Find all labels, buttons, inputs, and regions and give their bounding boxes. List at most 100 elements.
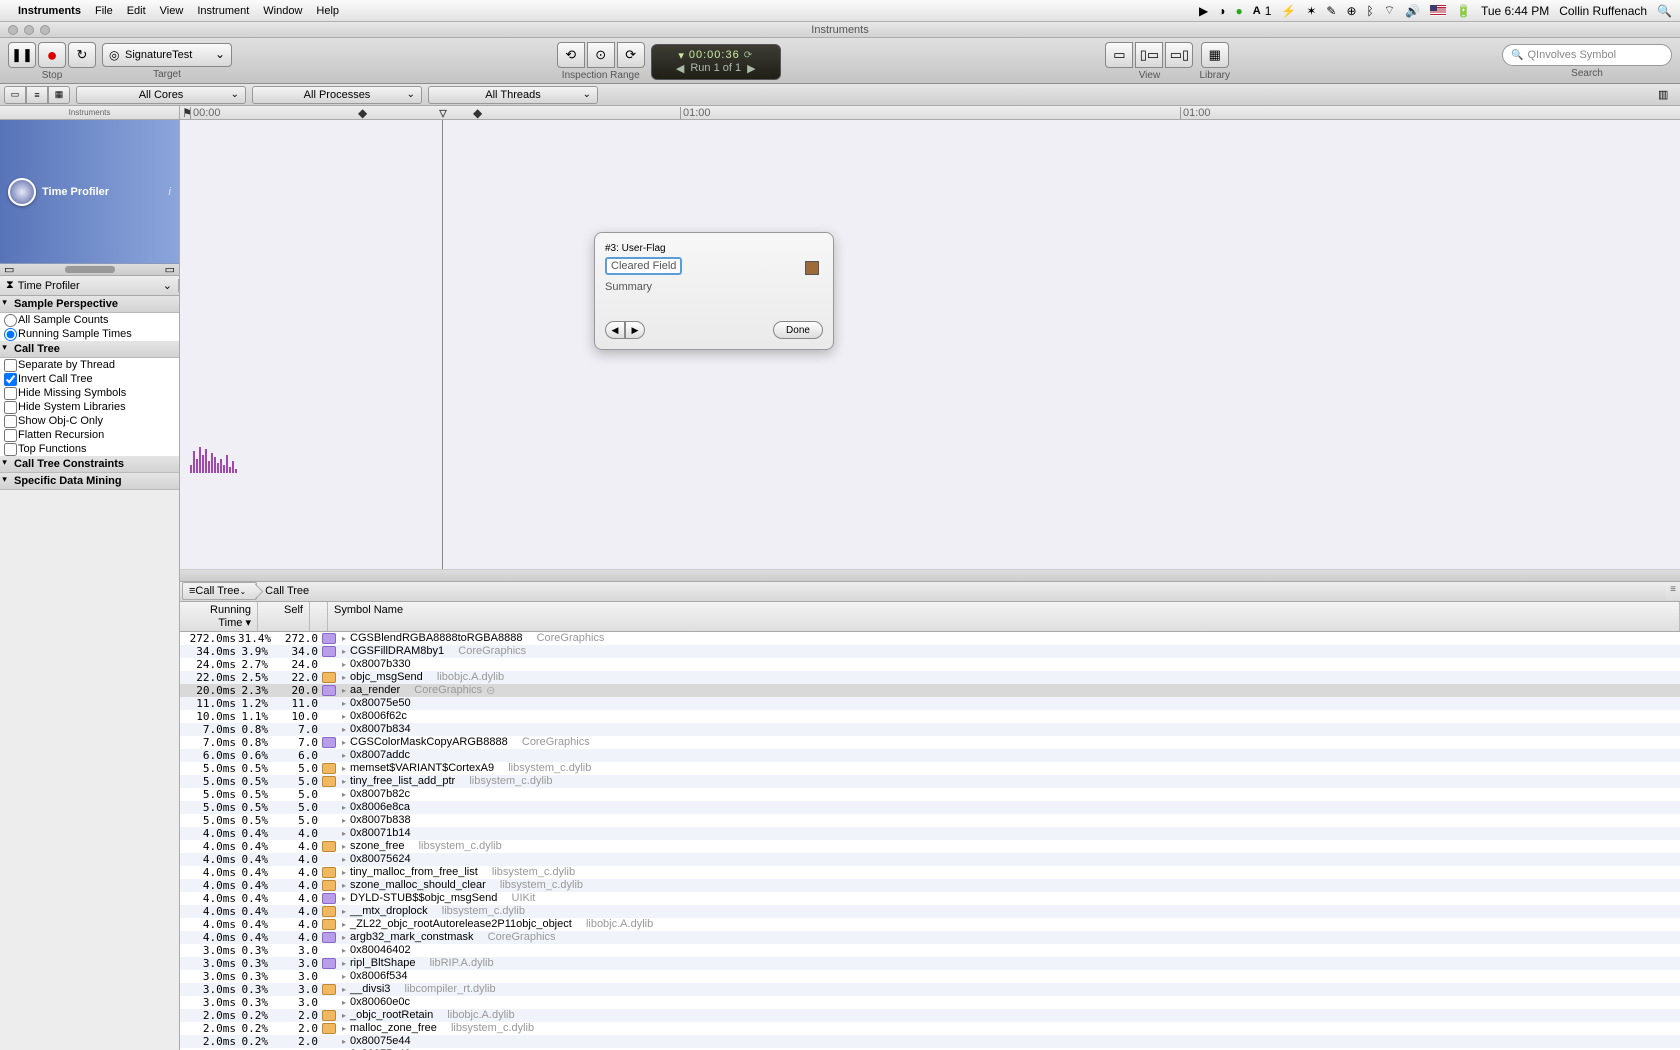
threads-popup[interactable]: All Threads — [428, 86, 598, 104]
disclosure-icon[interactable]: ▸ — [342, 959, 346, 968]
table-row[interactable]: 10.0ms1.1%10.0▸0x8006f62c — [180, 710, 1680, 723]
disclosure-icon[interactable]: ▸ — [342, 647, 346, 656]
table-row[interactable]: 7.0ms0.8%7.0▸0x8007b834 — [180, 723, 1680, 736]
table-row[interactable]: 3.0ms0.3%3.0▸ripl_BltShape libRIP.A.dyli… — [180, 957, 1680, 970]
opt-separate-by-thread[interactable]: Separate by Thread — [0, 358, 179, 372]
table-row[interactable]: 24.0ms2.7%24.0▸0x8007b330 — [180, 658, 1680, 671]
table-row[interactable]: 7.0ms0.8%7.0▸CGSColorMaskCopyARGB8888 Co… — [180, 736, 1680, 749]
zoom-slider[interactable]: ▭▭ — [0, 264, 179, 276]
playhead[interactable] — [442, 120, 443, 569]
search-input[interactable]: Q Involves Symbol — [1502, 44, 1672, 66]
status-icon[interactable]: ✶ — [1306, 4, 1316, 18]
pause-button[interactable]: ❚❚ — [8, 42, 36, 68]
opt-all-sample-counts[interactable]: All Sample Counts — [0, 313, 179, 327]
wifi-icon[interactable]: ⌔ — [1384, 3, 1395, 18]
col-self[interactable]: Self — [258, 602, 310, 631]
processes-popup[interactable]: All Processes — [252, 86, 422, 104]
traffic-zoom[interactable] — [40, 25, 50, 35]
crumb-call-tree[interactable]: Call Tree — [259, 582, 319, 600]
table-row[interactable]: 2.0ms0.2%2.0▸malloc_zone_free libsystem_… — [180, 1022, 1680, 1035]
opt-show-objc[interactable]: Show Obj-C Only — [0, 414, 179, 428]
constraints-header[interactable]: Call Tree Constraints — [0, 456, 179, 473]
table-row[interactable]: 2.0ms0.2%2.0▸_objc_rootRetain libobjc.A.… — [180, 1009, 1680, 1022]
status-icon[interactable]: ◑ — [1218, 4, 1225, 18]
battery-icon[interactable]: 🔋 — [1456, 4, 1471, 18]
table-row[interactable]: 4.0ms0.4%4.0▸szone_malloc_should_clear l… — [180, 879, 1680, 892]
disclosure-icon[interactable]: ▸ — [342, 699, 346, 708]
status-icon[interactable]: ⊕ — [1346, 4, 1356, 18]
filter-mode-1[interactable]: ▭ — [4, 86, 26, 104]
table-row[interactable]: 4.0ms0.4%4.0▸tiny_malloc_from_free_list … — [180, 866, 1680, 879]
flag-name-field[interactable]: Cleared Field — [605, 257, 682, 275]
menu-instrument[interactable]: Instrument — [197, 5, 249, 17]
cores-popup[interactable]: All Cores — [76, 86, 246, 104]
disclosure-icon[interactable]: ▸ — [342, 1011, 346, 1020]
opt-hide-system[interactable]: Hide System Libraries — [0, 400, 179, 414]
table-row[interactable]: 4.0ms0.4%4.0▸0x80075624 — [180, 853, 1680, 866]
range-mid-button[interactable]: ⊙ — [587, 42, 615, 68]
disclosure-icon[interactable]: ▸ — [342, 738, 346, 747]
detail-menu-icon[interactable]: ≡ — [1666, 582, 1680, 600]
disclosure-icon[interactable]: ▸ — [342, 816, 346, 825]
table-row[interactable]: 22.0ms2.5%22.0▸objc_msgSend libobjc.A.dy… — [180, 671, 1680, 684]
menu-edit[interactable]: Edit — [127, 5, 146, 17]
call-tree-table[interactable]: Running Time ▾ Self Symbol Name 272.0ms3… — [180, 602, 1680, 1050]
table-row[interactable]: 6.0ms0.6%6.0▸0x8007addc — [180, 749, 1680, 762]
table-row[interactable]: 2.0ms0.2%2.0▸0x80075e44 — [180, 1035, 1680, 1048]
status-icon[interactable]: ● — [1236, 4, 1243, 18]
disclosure-icon[interactable]: ▸ — [342, 829, 346, 838]
flag-prev-button[interactable]: ◀ — [605, 321, 625, 339]
spotlight-icon[interactable]: 🔍 — [1657, 4, 1672, 18]
sample-perspective-header[interactable]: Sample Perspective — [0, 296, 179, 313]
table-row[interactable]: 5.0ms0.5%5.0▸0x8007b838 — [180, 814, 1680, 827]
flag-icon[interactable] — [1430, 5, 1446, 16]
status-icon[interactable]: ✎ — [1326, 4, 1336, 18]
disclosure-icon[interactable]: ▸ — [342, 634, 346, 643]
loop-button[interactable]: ↻ — [68, 42, 96, 68]
disclosure-icon[interactable]: ▸ — [342, 1024, 346, 1033]
table-row[interactable]: 3.0ms0.3%3.0▸0x80046402 — [180, 944, 1680, 957]
disclosure-icon[interactable]: ▸ — [342, 1037, 346, 1046]
disclosure-icon[interactable]: ▸ — [342, 673, 346, 682]
disclosure-icon[interactable]: ▸ — [342, 907, 346, 916]
flag-color-swatch[interactable] — [805, 261, 819, 275]
menu-window[interactable]: Window — [263, 5, 302, 17]
table-row[interactable]: 3.0ms0.3%3.0▸0x80060e0c — [180, 996, 1680, 1009]
table-row[interactable]: 5.0ms0.5%5.0▸memset$VARIANT$CortexA9 lib… — [180, 762, 1680, 775]
disclosure-icon[interactable]: ▸ — [342, 751, 346, 760]
table-row[interactable]: 4.0ms0.4%4.0▸DYLD-STUB$$objc_msgSend UIK… — [180, 892, 1680, 905]
table-row[interactable]: 3.0ms0.3%3.0▸__divsi3 libcompiler_rt.dyl… — [180, 983, 1680, 996]
disclosure-icon[interactable]: ▸ — [342, 868, 346, 877]
track-scrollbar[interactable] — [180, 570, 1680, 582]
table-row[interactable]: 5.0ms0.5%5.0▸0x8006e8ca — [180, 801, 1680, 814]
disclosure-icon[interactable]: ▸ — [342, 790, 346, 799]
table-row[interactable]: 34.0ms3.9%34.0▸CGSFillDRAM8by1 CoreGraph… — [180, 645, 1680, 658]
call-tree-header[interactable]: Call Tree — [0, 341, 179, 358]
opt-flatten[interactable]: Flatten Recursion — [0, 428, 179, 442]
table-row[interactable]: 4.0ms0.4%4.0▸__mtx_droplock libsystem_c.… — [180, 905, 1680, 918]
run-prev[interactable]: ◀ — [676, 62, 684, 75]
disclosure-icon[interactable]: ▸ — [342, 725, 346, 734]
timeline-ruler[interactable]: ⚑ 00:00 ◆ ▿ ◆ 01:00 01:00 — [180, 106, 1680, 120]
library-button[interactable]: ▦ — [1201, 42, 1229, 68]
filter-mode-3[interactable]: ▦ — [48, 86, 70, 104]
opt-running-sample-times[interactable]: Running Sample Times — [0, 327, 179, 341]
opt-invert-call-tree[interactable]: Invert Call Tree — [0, 372, 179, 386]
filter-toggle[interactable]: ▥ — [1658, 88, 1676, 101]
view-1-button[interactable]: ▭ — [1105, 42, 1133, 68]
menubar-app[interactable]: Instruments — [18, 5, 81, 17]
volume-icon[interactable]: 🔊 — [1405, 4, 1420, 18]
mining-header[interactable]: Specific Data Mining — [0, 473, 179, 490]
disclosure-icon[interactable]: ▸ — [342, 972, 346, 981]
target-popup[interactable]: SignatureTest — [102, 43, 232, 67]
col-running-time[interactable]: Running Time ▾ — [180, 602, 258, 631]
table-row[interactable]: 4.0ms0.4%4.0▸szone_free libsystem_c.dyli… — [180, 840, 1680, 853]
disclosure-icon[interactable]: ▸ — [342, 686, 346, 695]
view-3-button[interactable]: ▭▯ — [1165, 42, 1193, 68]
table-row[interactable]: 4.0ms0.4%4.0▸0x80071b14 — [180, 827, 1680, 840]
profiler-popup[interactable]: ⧗ Time Profiler — [0, 279, 179, 292]
flag-next-button[interactable]: ▶ — [625, 321, 645, 339]
disclosure-icon[interactable]: ▸ — [342, 712, 346, 721]
table-row[interactable]: 272.0ms31.4%272.0▸CGSBlendRGBA8888toRGBA… — [180, 632, 1680, 645]
bluetooth-icon[interactable]: ᛒ — [1367, 4, 1374, 18]
